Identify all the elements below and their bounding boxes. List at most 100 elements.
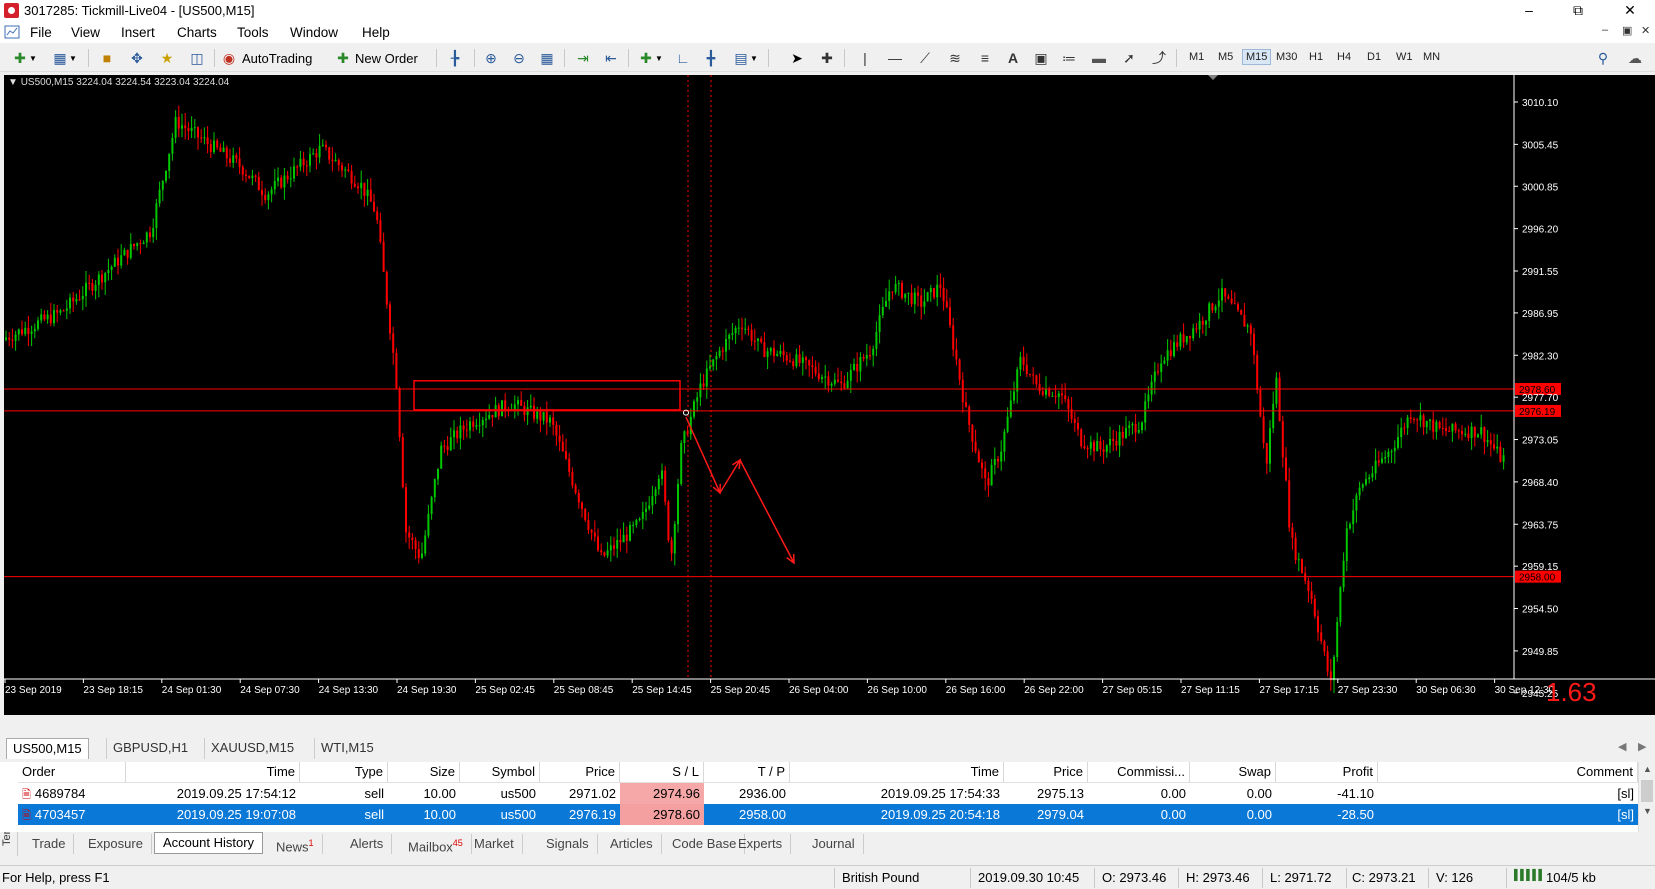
menu-file[interactable]: File: [30, 25, 52, 40]
timeframe-m1[interactable]: M1: [1186, 50, 1207, 64]
timeframe-m5[interactable]: M5: [1215, 50, 1236, 64]
terminal-tab-experts[interactable]: Experts: [730, 834, 792, 854]
horizontal-line-button[interactable]: —: [884, 48, 906, 68]
chat-button[interactable]: ☁: [1622, 48, 1648, 68]
terminal-button[interactable]: ◫: [186, 48, 208, 68]
gann-button[interactable]: ➚: [1118, 48, 1140, 68]
chart-tab-gbpusd[interactable]: GBPUSD,H1: [106, 738, 194, 759]
mdi-restore-button[interactable]: ▣: [1622, 24, 1632, 37]
profiles-button[interactable]: ▦ ▼: [48, 48, 80, 68]
projection-arrow[interactable]: [685, 416, 795, 564]
chart-tab-wti[interactable]: WTI,M15: [314, 738, 380, 759]
chart-shift-button[interactable]: ⇤: [600, 48, 622, 68]
chart-canvas[interactable]: 2978.602976.192958.00 3010.103005.453000…: [4, 75, 1655, 715]
terminal-tab-exposure[interactable]: Exposure: [80, 834, 152, 854]
templates-button[interactable]: ▤ ▼: [728, 48, 762, 68]
gann-icon: ➚: [1123, 49, 1135, 66]
fibonacci-button[interactable]: ≡: [974, 48, 996, 68]
column-header[interactable]: Symbol: [460, 762, 540, 782]
column-header[interactable]: Comment: [1378, 762, 1638, 782]
cursor-button[interactable]: ➤: [786, 48, 808, 68]
arrow-draw-button[interactable]: ⤴: [1148, 48, 1170, 68]
auto-scroll-button[interactable]: ⇥: [572, 48, 594, 68]
chart-window-icon[interactable]: [4, 24, 20, 40]
terminal-tab-alerts[interactable]: Alerts: [342, 834, 393, 854]
scroll-thumb[interactable]: [1641, 780, 1653, 802]
column-header[interactable]: Type: [300, 762, 388, 782]
x-tick-label: 25 Sep 14:45: [632, 685, 692, 696]
trendline-button[interactable]: ⟋: [914, 48, 936, 68]
crosshair-button[interactable]: ✚: [816, 48, 838, 68]
column-header[interactable]: Time: [790, 762, 1004, 782]
terminal-scrollbar[interactable]: ▲ ▼: [1638, 762, 1655, 832]
chart-tab-us500[interactable]: US500,M15: [6, 738, 89, 759]
scroll-down-icon[interactable]: ▼: [1643, 806, 1652, 816]
terminal-tab-news[interactable]: News1: [268, 834, 323, 854]
terminal-tab-market[interactable]: Market: [466, 834, 523, 854]
fibo-fan-button[interactable]: ≔: [1058, 48, 1080, 68]
restore-button[interactable]: ⧉: [1555, 0, 1601, 21]
new-order-button[interactable]: ✚ New Order: [334, 48, 430, 68]
text-label-button[interactable]: ▣: [1030, 48, 1052, 68]
column-header[interactable]: Time: [126, 762, 300, 782]
scroll-up-icon[interactable]: ▲: [1643, 764, 1652, 774]
chart-shift-marker[interactable]: [1208, 75, 1218, 80]
candles-button[interactable]: ╋: [700, 48, 722, 68]
data-window-button[interactable]: ★: [156, 48, 178, 68]
terminal-tab-trade[interactable]: Trade: [24, 834, 75, 854]
column-header[interactable]: S / L: [620, 762, 704, 782]
menu-window[interactable]: Window: [290, 25, 338, 40]
candle-body: [110, 266, 113, 270]
search-button[interactable]: ⚲: [1592, 48, 1614, 68]
indicators-button[interactable]: ✚ ▼: [634, 48, 666, 68]
timeframe-mn[interactable]: MN: [1420, 50, 1443, 64]
column-header[interactable]: Commissi...: [1088, 762, 1190, 782]
timeframe-w1[interactable]: W1: [1393, 50, 1416, 64]
column-header[interactable]: Order: [18, 762, 126, 782]
timeframe-d1[interactable]: D1: [1364, 50, 1384, 64]
close-button[interactable]: ✕: [1607, 0, 1653, 21]
navigator-button[interactable]: ✥: [126, 48, 148, 68]
menu-tools[interactable]: Tools: [237, 25, 269, 40]
terminal-tab-account-history[interactable]: Account History: [154, 832, 264, 854]
price-chart[interactable]: 2978.60 2976.19 2958.00 3010.10 3005.45 3000…: [4, 75, 1655, 715]
column-header[interactable]: Size: [388, 762, 460, 782]
period-separators-button[interactable]: ∟: [672, 48, 694, 68]
terminal-tab-journal[interactable]: Journal: [804, 834, 864, 854]
equidistant-channel-button[interactable]: ≋: [944, 48, 966, 68]
vertical-line-button[interactable]: |: [854, 48, 876, 68]
menu-help[interactable]: Help: [362, 25, 390, 40]
autotrading-button[interactable]: ◉ AutoTrading: [220, 48, 326, 68]
menu-charts[interactable]: Charts: [177, 25, 217, 40]
timeframe-m15[interactable]: M15: [1242, 49, 1272, 65]
tab-scroll-right-icon[interactable]: ▶: [1638, 740, 1646, 753]
column-header[interactable]: Swap: [1190, 762, 1276, 782]
timeframe-h1[interactable]: H1: [1306, 50, 1326, 64]
table-row[interactable]: 🗎 4689784 2019.09.25 17:54:12 sell 10.00 us50…: [18, 783, 1638, 804]
table-row[interactable]: 🗎 4703457 2019.09.25 19:07:08 sell 10.00 us50…: [18, 804, 1638, 825]
mdi-close-button[interactable]: ✕: [1641, 24, 1650, 37]
timeframe-m30[interactable]: M30: [1273, 50, 1300, 64]
chart-tab-xauusd[interactable]: XAUUSD,M15: [204, 738, 300, 759]
minimize-button[interactable]: –: [1506, 0, 1552, 21]
column-header[interactable]: Profit: [1276, 762, 1378, 782]
menu-view[interactable]: View: [71, 25, 100, 40]
market-watch-button[interactable]: ■: [96, 48, 118, 68]
tab-scroll-left-icon[interactable]: ◀: [1618, 740, 1626, 753]
zoom-in-button[interactable]: ⊕: [480, 48, 502, 68]
menu-insert[interactable]: Insert: [121, 25, 155, 40]
zoom-out-button[interactable]: ⊖: [508, 48, 530, 68]
tile-windows-button[interactable]: ▦: [536, 48, 558, 68]
new-chart-button[interactable]: ✚ ▼: [8, 48, 40, 68]
column-header[interactable]: T / P: [704, 762, 790, 782]
terminal-tab-mailbox[interactable]: Mailbox45: [400, 834, 472, 854]
text-button[interactable]: A: [1002, 48, 1024, 68]
timeframe-h4[interactable]: H4: [1334, 50, 1354, 64]
terminal-tab-articles[interactable]: Articles: [602, 834, 662, 854]
bar-chart-button[interactable]: ╊: [444, 48, 466, 68]
mdi-minimize-button[interactable]: –: [1602, 24, 1608, 36]
terminal-tab-signals[interactable]: Signals: [538, 834, 598, 854]
rectangle-button[interactable]: ▬: [1088, 48, 1110, 68]
column-header[interactable]: Price: [540, 762, 620, 782]
column-header[interactable]: Price: [1004, 762, 1088, 782]
